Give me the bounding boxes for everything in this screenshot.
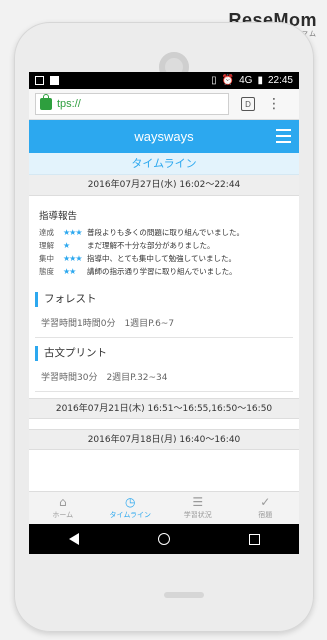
report-label: 集中 [39,254,54,263]
nav-study-status[interactable]: ☰ 学習状況 [164,492,232,524]
report-text: 講師の指示通り学習に取り組んでいました。 [87,267,237,276]
entry-date[interactable]: 2016年07月21日(木) 16:51〜16:55,16:50〜16:50 [29,398,299,419]
report-label: 理解 [39,241,54,250]
url-text: tps:// [57,98,81,110]
nav-timeline[interactable]: ◷ タイムライン [97,492,165,524]
timeline-title: タイムライン [29,153,299,175]
signal-label: 4G [239,75,253,86]
entry-date[interactable]: 2016年07月18日(月) 16:40〜16:40 [29,429,299,450]
report-label: 態度 [39,267,54,276]
status-time: 22:45 [267,75,293,86]
hamburger-menu-icon[interactable] [276,129,291,143]
subject-name: フォレスト [35,292,293,307]
subject-name: 古文プリント [35,346,293,361]
nav-home[interactable]: ⌂ ホーム [29,492,97,524]
bottom-navigation: ⌂ ホーム ◷ タイムライン ☰ 学習状況 ✓ 宿題 [29,491,299,524]
subject-item: 古文プリント 学習時間30分 2週目P.32~34 [35,346,293,392]
alarm-icon: ⏰ [221,75,235,86]
list-icon: ☰ [192,495,204,509]
browser-toolbar: tps:// D ⋮ [29,89,299,120]
report-label: 達成 [39,228,54,237]
rating-stars: ★★★ [63,254,83,263]
report-row: 態度 ★★ 講師の指示通り学習に取り組んでいました。 [39,265,289,278]
report-text: まだ理解不十分な部分がありました。 [87,241,215,250]
back-icon[interactable] [68,533,79,545]
report-card: 指導報告 達成 ★★★ 普段よりも多くの問題に取り組んでいました。 理解 ★ ま… [35,202,293,284]
report-text: 普段よりも多くの問題に取り組んでいました。 [87,228,244,237]
report-row: 理解 ★ まだ理解不十分な部分がありました。 [39,239,289,252]
status-bar: ▯ ⏰ 4G ▮ 22:45 [29,72,299,89]
nav-label: ホーム [52,511,74,519]
home-icon: ⌂ [58,495,67,509]
subject-detail: 学習時間30分 2週目P.32~34 [35,361,293,392]
file-notification-icon [50,76,59,85]
phone-screen: ▯ ⏰ 4G ▮ 22:45 tps:// D ⋮ waysways タイムライ… [29,72,299,554]
entry-date: 2016年07月27日(水) 16:02〜22:44 [29,175,299,196]
rating-stars: ★ [63,241,70,250]
subject-item: フォレスト 学習時間1時間0分 1週目P.6~7 [35,292,293,338]
url-field[interactable]: tps:// [35,93,229,115]
browser-menu-button[interactable]: ⋮ [267,97,281,111]
tab-switcher-button[interactable]: D [241,97,255,111]
lock-icon [40,94,52,110]
nav-homework[interactable]: ✓ 宿題 [232,492,300,524]
subject-detail: 学習時間1時間0分 1週目P.6~7 [35,307,293,338]
recent-apps-icon[interactable] [248,533,260,545]
nav-label: タイムライン [109,511,151,519]
home-circle-icon[interactable] [157,533,170,545]
report-title: 指導報告 [39,211,78,222]
nav-label: 宿題 [258,511,273,519]
report-row: 集中 ★★★ 指導中、とても集中して勉強していました。 [39,252,289,265]
rating-stars: ★★★ [63,228,83,237]
android-navigation-bar [29,524,299,554]
app-header: waysways [29,120,299,153]
clock-icon: ◷ [125,495,136,509]
image-notification-icon [35,76,44,85]
checklist-icon: ✓ [260,495,271,509]
battery-icon: ▮ [257,75,263,86]
rating-stars: ★★ [63,267,76,276]
report-text: 指導中、とても集中して勉強していました。 [87,254,236,263]
nav-label: 学習状況 [183,511,212,519]
bottom-speaker [164,592,204,598]
report-row: 達成 ★★★ 普段よりも多くの問題に取り組んでいました。 [39,226,289,239]
entry-spacer [29,419,299,429]
app-title: waysways [134,129,194,144]
vibrate-icon: ▯ [211,75,217,86]
